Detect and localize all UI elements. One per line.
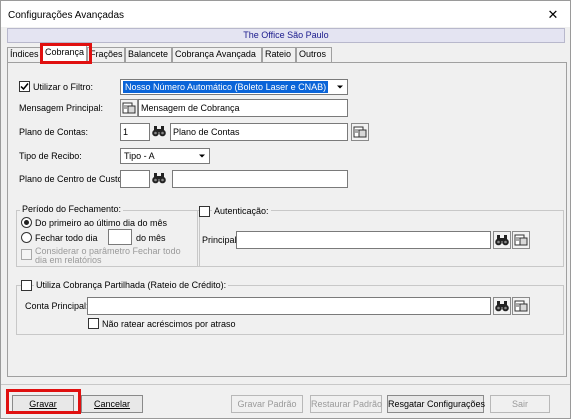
binoculars-icon: [495, 235, 509, 246]
window-title: Configurações Avançadas: [8, 10, 125, 21]
close-icon[interactable]: ✕: [546, 8, 560, 22]
filtro-selected-value: Nosso Número Automático (Boleto Laser e …: [123, 81, 329, 93]
tab-balancete[interactable]: Balancete: [125, 47, 172, 62]
tab-outros[interactable]: Outros: [296, 47, 332, 62]
plano-centro-custo-label: Plano de Centro de Custo:: [19, 174, 126, 184]
binoculars-icon: [152, 126, 166, 137]
gravar-padrao-button[interactable]: Gravar Padrão: [231, 395, 303, 413]
periodo-fechamento-legend: Período do Fechamento:: [20, 204, 124, 214]
do-mes-label: do mês: [136, 233, 166, 243]
cobranca-partilhada-legend: Utiliza Cobrança Partilhada (Rateio de C…: [34, 280, 229, 290]
plano-contas-settings-button[interactable]: [351, 123, 369, 141]
cobranca-partilhada-checkbox[interactable]: [21, 280, 32, 291]
configuracoes-avancadas-window: Configurações Avançadas ✕ The Office São…: [0, 0, 571, 419]
mensagem-principal-label: Mensagem Principal:: [19, 103, 104, 113]
tab-cobranca[interactable]: Cobrança: [42, 45, 87, 63]
cancelar-label: Cancelar: [93, 399, 131, 409]
tab-rateio[interactable]: Rateio: [262, 47, 296, 62]
autenticacao-settings-button[interactable]: [512, 231, 530, 249]
mensagem-settings-button[interactable]: [120, 99, 138, 117]
fechar-todo-dia-label: Fechar todo dia: [35, 233, 98, 243]
restaurar-padrao-button[interactable]: Restaurar Padrão: [310, 395, 382, 413]
company-name-banner: The Office São Paulo: [7, 28, 565, 43]
binoculars-icon: [152, 173, 166, 184]
plano-contas-search-button[interactable]: [151, 123, 169, 141]
tipo-recibo-value: Tipo - A: [124, 151, 155, 161]
filtro-dropdown[interactable]: Nosso Número Automático (Boleto Laser e …: [120, 79, 348, 95]
conta-principal-field[interactable]: [87, 297, 491, 315]
mensagem-principal-field[interactable]: Mensagem de Cobrança: [138, 99, 348, 117]
tab-cobranca-avancada[interactable]: Cobrança Avançada: [172, 47, 262, 62]
binoculars-icon: [495, 301, 509, 312]
cancelar-button[interactable]: Cancelar: [81, 395, 143, 413]
button-bar: Gravar Cancelar Gravar Padrão Restaurar …: [1, 384, 570, 418]
plano-contas-label: Plano de Contas:: [19, 127, 89, 137]
title-bar: Configurações Avançadas ✕: [1, 1, 570, 27]
fechar-dia-field[interactable]: [108, 229, 132, 245]
nao-ratear-checkbox[interactable]: [88, 318, 99, 329]
radio-fechar-todo-dia[interactable]: [21, 232, 32, 243]
cobranca-panel: Utilizar o Filtro: Nosso Número Automáti…: [7, 62, 567, 377]
considerar-parametro-label: Considerar o parâmetro Fechar todo dia e…: [35, 246, 181, 265]
nao-ratear-label: Não ratear acréscimos por atraso: [102, 319, 236, 329]
settings-icon: [353, 126, 367, 138]
radio-primeiro-ultimo[interactable]: [21, 217, 32, 228]
plano-centro-code-field[interactable]: [120, 170, 150, 188]
autenticacao-search-button[interactable]: [493, 231, 511, 249]
gravar-button[interactable]: Gravar: [12, 395, 74, 413]
tab-strip: Índices Cobrança Frações Balancete Cobra…: [7, 45, 567, 63]
chevron-down-icon: [199, 154, 205, 158]
autenticacao-checkbox[interactable]: [199, 206, 210, 217]
tipo-recibo-dropdown[interactable]: Tipo - A: [120, 148, 210, 164]
conta-principal-label: Conta Principal:: [25, 301, 89, 311]
settings-icon: [122, 102, 136, 114]
tipo-recibo-label: Tipo de Recibo:: [19, 151, 82, 161]
radio-primeiro-ultimo-label: Do primeiro ao último dia do mês: [35, 218, 168, 228]
chevron-down-icon: [337, 85, 343, 89]
conta-principal-search-button[interactable]: [493, 297, 511, 315]
conta-principal-settings-button[interactable]: [512, 297, 530, 315]
settings-icon: [514, 234, 528, 246]
plano-contas-code-field[interactable]: 1: [120, 123, 150, 141]
autenticacao-principal-field[interactable]: [236, 231, 491, 249]
sair-button[interactable]: Sair: [490, 395, 550, 413]
utilizar-filtro-label: Utilizar o Filtro:: [33, 82, 94, 92]
resgatar-configuracoes-button[interactable]: Resgatar Configurações: [387, 395, 485, 413]
autenticacao-legend: Autenticação:: [212, 206, 271, 216]
plano-contas-desc-field[interactable]: Plano de Contas: [170, 123, 348, 141]
tab-indices[interactable]: Índices: [7, 47, 42, 62]
plano-centro-search-button[interactable]: [151, 170, 169, 188]
tab-fracoes[interactable]: Frações: [87, 47, 125, 62]
autenticacao-principal-label: Principal:: [202, 235, 240, 245]
gravar-label: Gravar: [29, 399, 57, 409]
plano-centro-desc-field[interactable]: [172, 170, 348, 188]
utilizar-filtro-checkbox[interactable]: [19, 81, 30, 92]
checkmark-icon: [20, 83, 29, 91]
considerar-parametro-checkbox[interactable]: [21, 249, 32, 260]
settings-icon: [514, 300, 528, 312]
